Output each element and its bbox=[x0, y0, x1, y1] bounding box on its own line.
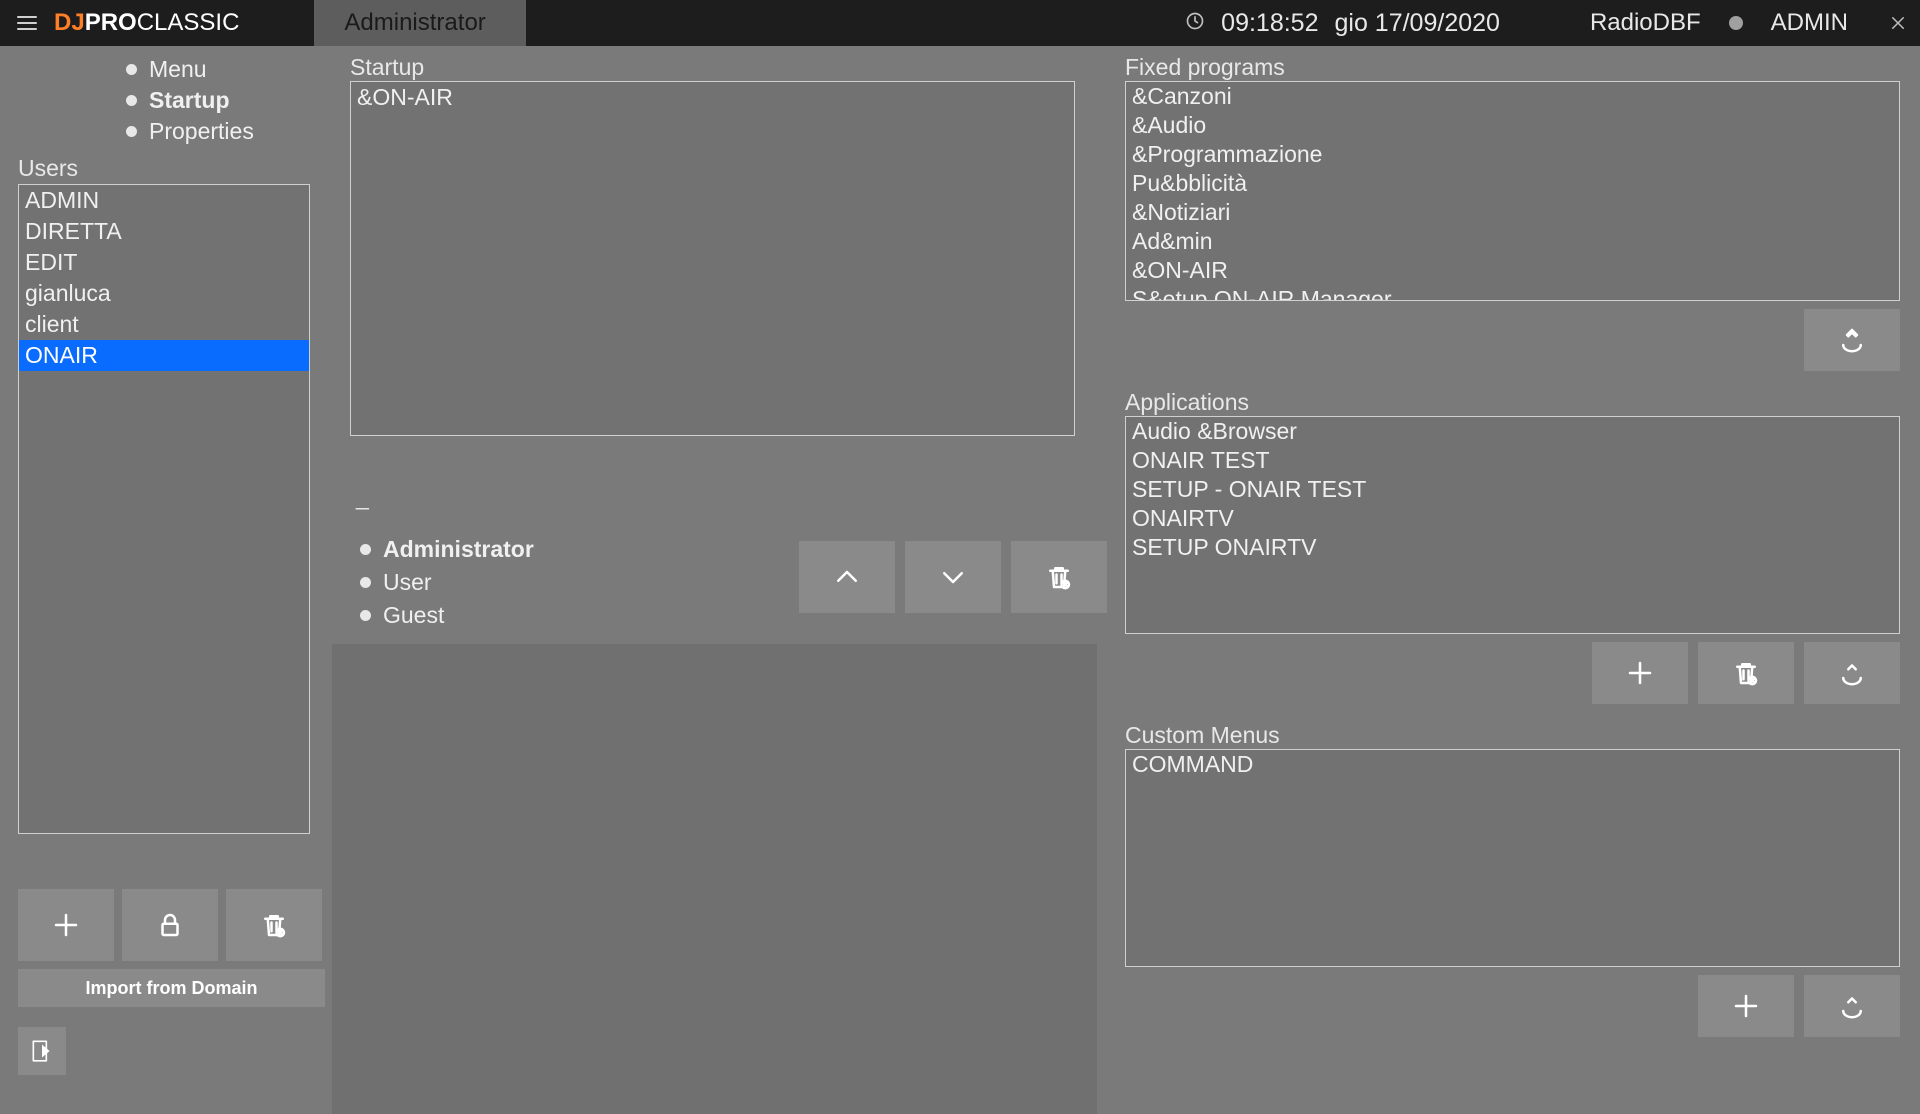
delete-startup-button[interactable] bbox=[1011, 541, 1107, 613]
fixed-programs-label: Fixed programs bbox=[1125, 54, 1902, 81]
startup-label: Startup bbox=[350, 54, 1107, 81]
list-item[interactable]: gianluca bbox=[19, 278, 309, 309]
list-item[interactable]: &Canzoni bbox=[1126, 82, 1899, 111]
list-item[interactable]: &Audio bbox=[1126, 111, 1899, 140]
role-option-guest[interactable]: Guest bbox=[360, 599, 534, 632]
app-logo: DJPROCLASSIC bbox=[54, 9, 239, 37]
role-option-user[interactable]: User bbox=[360, 566, 534, 599]
list-item[interactable]: &Notiziari bbox=[1126, 198, 1899, 227]
separator-dot bbox=[1729, 16, 1743, 30]
list-item[interactable]: Pu&bblicità bbox=[1126, 169, 1899, 198]
list-item[interactable]: ONAIRTV bbox=[1126, 504, 1899, 533]
left-column: Menu Startup Properties Users ADMIN DIRE… bbox=[0, 46, 350, 1080]
nav-item-properties[interactable]: Properties bbox=[126, 116, 332, 147]
add-user-button[interactable] bbox=[18, 889, 114, 961]
move-down-button[interactable] bbox=[905, 541, 1001, 613]
list-item[interactable]: S&etup ON-AIR Manager bbox=[1126, 285, 1899, 301]
right-column: Fixed programs &Canzoni &Audio &Programm… bbox=[1125, 46, 1920, 1080]
close-icon[interactable] bbox=[1876, 0, 1920, 46]
empty-panel bbox=[332, 644, 1097, 1114]
users-list[interactable]: ADMIN DIRETTA EDIT gianluca client ONAIR bbox=[18, 184, 310, 834]
list-item[interactable]: EDIT bbox=[19, 247, 309, 278]
top-bar: DJPROCLASSIC Administrator 09:18:52 gio … bbox=[0, 0, 1920, 46]
list-item[interactable]: DIRETTA bbox=[19, 216, 309, 247]
center-column: Startup &ON-AIR _ Administrator User Gue… bbox=[350, 46, 1125, 1080]
nav-tabs: Menu Startup Properties bbox=[126, 54, 332, 147]
lock-user-button[interactable] bbox=[122, 889, 218, 961]
underscore-text: _ bbox=[356, 484, 1107, 511]
assign-application-button[interactable] bbox=[1804, 642, 1900, 704]
applications-list[interactable]: Audio &Browser ONAIR TEST SETUP - ONAIR … bbox=[1125, 416, 1900, 634]
list-item[interactable]: ADMIN bbox=[19, 185, 309, 216]
nav-item-menu[interactable]: Menu bbox=[126, 54, 332, 85]
fixed-programs-list[interactable]: &Canzoni &Audio &Programmazione Pu&bblic… bbox=[1125, 81, 1900, 301]
add-application-button[interactable] bbox=[1592, 642, 1688, 704]
list-item[interactable]: Audio &Browser bbox=[1126, 417, 1899, 446]
exit-button[interactable] bbox=[18, 1027, 66, 1075]
role-option-admin[interactable]: Administrator bbox=[360, 533, 534, 566]
custom-menus-list[interactable]: COMMAND bbox=[1125, 749, 1900, 967]
role-radio-group: Administrator User Guest bbox=[360, 533, 534, 632]
users-label: Users bbox=[18, 155, 332, 182]
clock-time: 09:18:52 bbox=[1221, 9, 1318, 38]
list-item[interactable]: ONAIR TEST bbox=[1126, 446, 1899, 475]
assign-custom-menu-button[interactable] bbox=[1804, 975, 1900, 1037]
clock-icon bbox=[1185, 9, 1205, 38]
list-item[interactable]: &Programmazione bbox=[1126, 140, 1899, 169]
applications-label: Applications bbox=[1125, 389, 1902, 416]
delete-application-button[interactable] bbox=[1698, 642, 1794, 704]
list-item[interactable]: &ON-AIR bbox=[1126, 256, 1899, 285]
startup-list[interactable]: &ON-AIR bbox=[350, 81, 1075, 436]
list-item[interactable]: SETUP - ONAIR TEST bbox=[1126, 475, 1899, 504]
delete-user-button[interactable] bbox=[226, 889, 322, 961]
station-name: RadioDBF bbox=[1590, 9, 1701, 37]
list-item[interactable]: Ad&min bbox=[1126, 227, 1899, 256]
list-item[interactable]: client bbox=[19, 309, 309, 340]
clock-date: gio 17/09/2020 bbox=[1335, 9, 1500, 38]
current-user: ADMIN bbox=[1771, 9, 1848, 37]
add-custom-menu-button[interactable] bbox=[1698, 975, 1794, 1037]
tab-administrator[interactable]: Administrator bbox=[314, 0, 525, 46]
move-up-button[interactable] bbox=[799, 541, 895, 613]
list-item[interactable]: SETUP ONAIRTV bbox=[1126, 533, 1899, 562]
assign-fixed-button[interactable] bbox=[1804, 309, 1900, 371]
list-item[interactable]: ONAIR bbox=[19, 340, 309, 371]
import-from-domain-button[interactable]: Import from Domain bbox=[18, 969, 325, 1007]
nav-item-startup[interactable]: Startup bbox=[126, 85, 332, 116]
custom-menus-label: Custom Menus bbox=[1125, 722, 1902, 749]
list-item[interactable]: &ON-AIR bbox=[351, 82, 1074, 113]
list-item[interactable]: COMMAND bbox=[1126, 750, 1899, 779]
menu-icon[interactable] bbox=[0, 0, 54, 46]
clock-area: 09:18:52 gio 17/09/2020 bbox=[1185, 9, 1500, 38]
